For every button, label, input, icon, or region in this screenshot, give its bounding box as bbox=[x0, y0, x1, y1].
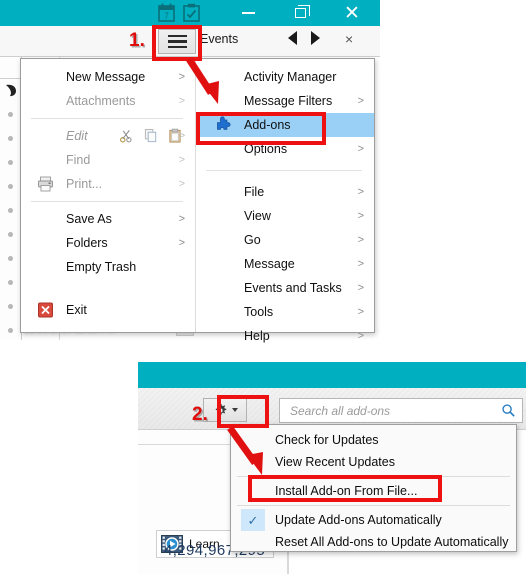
annotation-step-2: 2. bbox=[192, 404, 208, 425]
app-menu-left-column: New Message > Attachments > Edit > Find … bbox=[21, 59, 196, 332]
chevron-right-icon: > bbox=[178, 130, 185, 142]
restore-button[interactable] bbox=[274, 0, 326, 26]
menu-separator bbox=[31, 201, 183, 202]
gear-menu-item-label: View Recent Updates bbox=[275, 455, 395, 469]
cut-icon[interactable] bbox=[119, 129, 134, 144]
checkbox-cell[interactable]: ✓ bbox=[241, 509, 265, 531]
annotation-box-install-addon bbox=[248, 475, 442, 502]
gear-menu-item-label: Check for Updates bbox=[275, 433, 379, 447]
tab-events[interactable]: Events bbox=[200, 32, 238, 46]
window-controls: ✕ bbox=[222, 0, 380, 26]
chevron-right-icon: > bbox=[357, 143, 364, 155]
chevron-right-icon: > bbox=[357, 282, 364, 294]
chevron-right-icon: > bbox=[178, 237, 185, 249]
folder-strip bbox=[0, 57, 22, 340]
annotation-arrow-1 bbox=[186, 57, 219, 104]
menu-item-label: Save As bbox=[66, 212, 112, 226]
menu-item-label: Exit bbox=[66, 303, 87, 317]
strip-divider bbox=[0, 57, 22, 79]
addons-title-bar bbox=[138, 362, 526, 388]
titlebar-icon-group: 7 bbox=[158, 3, 200, 22]
thunderbird-glyph-icon bbox=[6, 84, 16, 97]
close-button[interactable]: ✕ bbox=[326, 0, 378, 26]
back-icon[interactable] bbox=[288, 31, 297, 45]
menu-item-save-as[interactable]: Save As > bbox=[21, 207, 195, 231]
menu-item-label: Find bbox=[66, 153, 91, 167]
svg-text:7: 7 bbox=[164, 12, 169, 21]
menu-item-label: Folders bbox=[66, 236, 108, 250]
menu-item-label: Empty Trash bbox=[66, 260, 137, 274]
checkmark-icon: ✓ bbox=[247, 512, 259, 528]
chevron-right-icon: > bbox=[178, 178, 185, 190]
calendar-icon[interactable]: 7 bbox=[158, 3, 175, 22]
chevron-right-icon: > bbox=[357, 234, 364, 246]
menu-item-folders[interactable]: Folders > bbox=[21, 231, 195, 255]
annotation-arrow-2 bbox=[227, 425, 263, 475]
chevron-right-icon: > bbox=[357, 306, 364, 318]
menu-item-new-message[interactable]: New Message > bbox=[21, 65, 195, 89]
chevron-right-icon: > bbox=[357, 95, 364, 107]
title-bar: 7 ✕ bbox=[0, 0, 380, 26]
printer-icon bbox=[38, 176, 53, 192]
menu-item-label: Print... bbox=[66, 177, 103, 191]
forward-icon[interactable] bbox=[311, 31, 320, 45]
menu-item-label: Edit bbox=[66, 129, 88, 143]
menu-separator bbox=[206, 170, 362, 171]
menu-item-label: Message Filters bbox=[244, 94, 333, 108]
tab-nav-arrows bbox=[288, 31, 320, 45]
annotation-box-add-ons bbox=[196, 112, 326, 145]
chevron-right-icon: > bbox=[357, 258, 364, 270]
menu-item-label: Tools bbox=[244, 305, 274, 319]
menu-item-events-and-tasks[interactable]: Events and Tasks > bbox=[196, 276, 374, 300]
menu-item-print[interactable]: Print... > bbox=[21, 172, 195, 196]
gear-menu-item-label: Reset All Add-ons to Update Automaticall… bbox=[275, 535, 509, 549]
minimize-button[interactable] bbox=[222, 0, 274, 26]
menu-item-label: New Message bbox=[66, 70, 146, 84]
menu-item-label: Events and Tasks bbox=[244, 281, 342, 295]
menu-item-label: Attachments bbox=[66, 94, 136, 108]
tasks-icon[interactable] bbox=[183, 3, 200, 22]
menu-item-go[interactable]: Go > bbox=[196, 228, 374, 252]
menu-item-label: Activity Manager bbox=[244, 70, 337, 84]
search-input[interactable]: Search all add-ons bbox=[279, 398, 523, 423]
menu-item-label: View bbox=[244, 209, 271, 223]
menu-item-label: File bbox=[244, 185, 265, 199]
chevron-right-icon: > bbox=[178, 154, 185, 166]
menu-item-tools[interactable]: Tools > bbox=[196, 300, 374, 324]
menu-item-label: Go bbox=[244, 233, 261, 247]
exit-icon bbox=[38, 302, 53, 318]
edit-icon-group bbox=[119, 128, 182, 144]
gear-menu-item-label: Update Add-ons Automatically bbox=[275, 513, 442, 527]
menu-item-file[interactable]: File > bbox=[196, 180, 374, 204]
gear-menu-item-update-addons-automatically[interactable]: ✓ Update Add-ons Automatically bbox=[231, 509, 516, 531]
gear-menu-item-reset-all-addons[interactable]: Reset All Add-ons to Update Automaticall… bbox=[231, 531, 516, 553]
chevron-right-icon: > bbox=[357, 330, 364, 342]
chevron-right-icon: > bbox=[357, 210, 364, 222]
search-icon[interactable] bbox=[501, 403, 516, 418]
gear-menu-separator bbox=[237, 505, 510, 506]
menu-item-help[interactable]: Help > bbox=[196, 324, 374, 348]
menu-item-edit[interactable]: Edit > bbox=[21, 124, 195, 148]
menu-item-message[interactable]: Message > bbox=[196, 252, 374, 276]
menu-item-empty-trash[interactable]: Empty Trash bbox=[21, 255, 195, 279]
menu-item-label: Message bbox=[244, 257, 295, 271]
chevron-right-icon: > bbox=[357, 186, 364, 198]
screenshot-root: 7 ✕ Events × New Message > Attachments >… bbox=[0, 0, 526, 574]
menu-item-view[interactable]: View > bbox=[196, 204, 374, 228]
annotation-box-gear bbox=[217, 395, 269, 428]
menu-item-find[interactable]: Find > bbox=[21, 148, 195, 172]
menu-item-exit[interactable]: Exit bbox=[21, 298, 196, 322]
menu-item-label: Help bbox=[244, 329, 270, 343]
menu-item-attachments[interactable]: Attachments > bbox=[21, 89, 195, 113]
tab-close-icon[interactable]: × bbox=[345, 31, 353, 47]
search-placeholder: Search all add-ons bbox=[290, 403, 391, 418]
annotation-box-app-menu bbox=[152, 25, 202, 61]
copy-icon[interactable] bbox=[144, 128, 158, 144]
menu-separator bbox=[31, 118, 183, 119]
annotation-step-1: 1. bbox=[129, 30, 145, 51]
chevron-right-icon: > bbox=[178, 213, 185, 225]
